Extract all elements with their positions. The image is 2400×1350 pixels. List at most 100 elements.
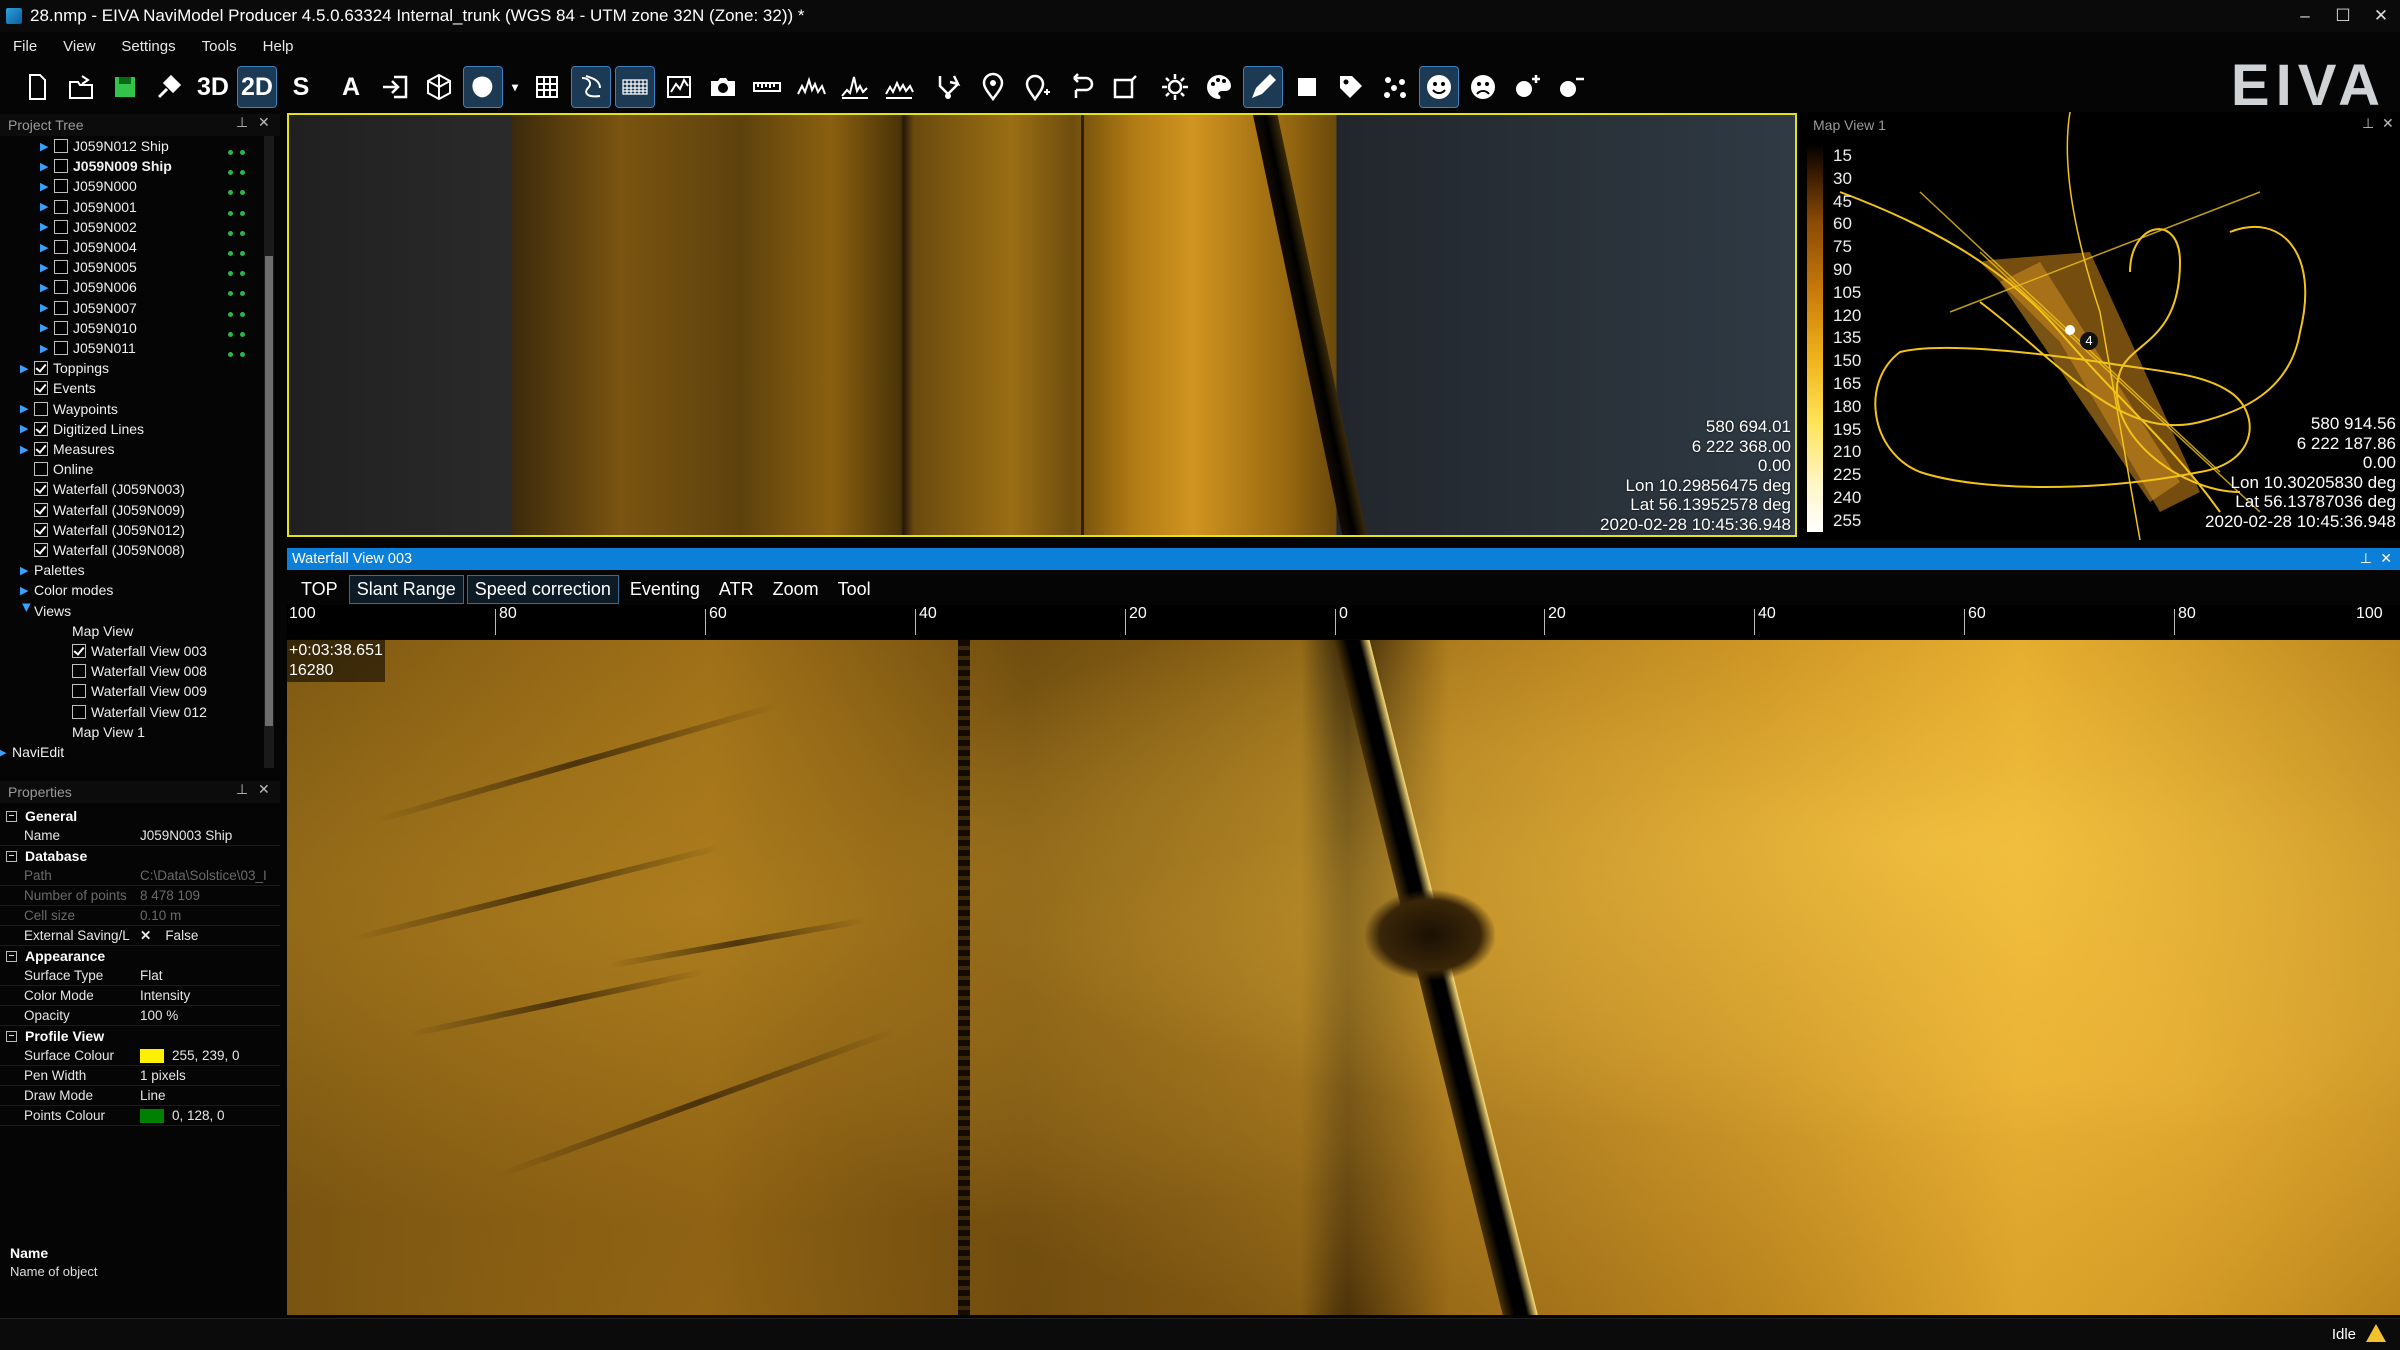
tree-item[interactable]: Waterfall (J059N009) xyxy=(20,500,185,520)
tree-item[interactable]: Events xyxy=(20,378,96,398)
palette-icon[interactable] xyxy=(1200,67,1238,107)
prop-draw-mode-row[interactable]: Draw Mode Line xyxy=(0,1086,280,1106)
open-file-icon[interactable] xyxy=(62,67,100,107)
tree-item[interactable]: ▶ J059N004 xyxy=(40,237,137,257)
waterfall-sonar-image[interactable]: +0:03:38.651 16280 xyxy=(287,640,2400,1315)
pin-icon[interactable]: ⊥ xyxy=(236,114,248,131)
section-general[interactable]: – General xyxy=(0,806,280,826)
expand-arrow-icon[interactable]: ▶ xyxy=(0,746,12,759)
new-file-icon[interactable] xyxy=(18,67,56,107)
tree-item[interactable]: ▶ J059N005 xyxy=(40,257,137,277)
frown-icon[interactable] xyxy=(1464,67,1502,107)
menu-help[interactable]: Help xyxy=(250,38,307,55)
tag-icon[interactable] xyxy=(1332,67,1370,107)
section-database[interactable]: – Database xyxy=(0,846,280,866)
expand-arrow-icon[interactable]: ▶ xyxy=(20,362,34,375)
close-button[interactable]: ✕ xyxy=(2362,0,2400,32)
prop-pen-width-row[interactable]: Pen Width 1 pixels xyxy=(0,1066,280,1086)
tree-item[interactable]: ▶ J059N002 xyxy=(40,217,137,237)
tree-item[interactable]: ▶ Measures xyxy=(20,439,114,459)
tab-tool[interactable]: Tool xyxy=(830,575,879,604)
profile-multi-icon[interactable] xyxy=(880,67,918,107)
gear-burst-icon[interactable] xyxy=(1156,67,1194,107)
prop-name-row[interactable]: Name J059N003 Ship xyxy=(0,826,280,846)
tree-checkbox[interactable] xyxy=(34,361,48,376)
tree-checkbox[interactable] xyxy=(54,199,68,214)
grid-icon[interactable] xyxy=(528,67,566,107)
expand-arrow-icon[interactable]: ▶ xyxy=(40,342,54,355)
section-profile-view[interactable]: – Profile View xyxy=(0,1026,280,1046)
tree-item[interactable]: ▶ J059N012 Ship xyxy=(40,136,169,156)
tree-checkbox[interactable] xyxy=(72,664,86,679)
tree-item[interactable]: Waterfall View 009 xyxy=(58,681,207,701)
profile-spike-icon[interactable] xyxy=(836,67,874,107)
section-appearance[interactable]: – Appearance xyxy=(0,946,280,966)
tab-atr[interactable]: ATR xyxy=(711,575,762,604)
tab-zoom[interactable]: Zoom xyxy=(765,575,827,604)
save-icon[interactable] xyxy=(106,67,144,107)
dropdown-chevron-icon[interactable]: ▾ xyxy=(508,67,522,107)
surface-colour-swatch[interactable] xyxy=(140,1049,164,1064)
tree-checkbox[interactable] xyxy=(54,159,68,174)
tree-checkbox[interactable] xyxy=(34,482,48,497)
ruler-icon[interactable] xyxy=(748,67,786,107)
expand-arrow-icon[interactable]: ▶ xyxy=(40,200,54,213)
tree-item[interactable]: Online xyxy=(20,459,93,479)
cube-icon[interactable] xyxy=(420,67,458,107)
profile-wave-icon[interactable] xyxy=(792,67,830,107)
tree-checkbox[interactable] xyxy=(54,139,68,153)
expand-arrow-icon[interactable]: ▶ xyxy=(40,220,54,233)
camera-icon[interactable] xyxy=(704,67,742,107)
pin-add-icon[interactable] xyxy=(1018,67,1056,107)
tree-checkbox[interactable] xyxy=(34,442,48,456)
expand-arrow-icon[interactable]: ▶ xyxy=(40,261,54,274)
expand-arrow-icon[interactable]: ▶ xyxy=(40,160,54,173)
tree-checkbox[interactable] xyxy=(34,401,48,416)
tree-item[interactable]: ▶ J059N001 xyxy=(40,197,137,217)
menu-view[interactable]: View xyxy=(50,38,108,55)
expand-arrow-down-icon[interactable]: ▶ xyxy=(21,604,34,618)
expand-arrow-icon[interactable]: ▶ xyxy=(20,564,34,577)
tree-item[interactable]: ▶ Views xyxy=(20,601,72,621)
view-2d-button[interactable]: 2D xyxy=(237,66,277,108)
tree-item[interactable]: Waterfall View 008 xyxy=(58,661,207,681)
panel-close-icon[interactable]: ✕ xyxy=(258,781,270,798)
points-colour-swatch[interactable] xyxy=(140,1109,164,1124)
tree-checkbox[interactable] xyxy=(54,219,68,234)
zoom-in-icon[interactable] xyxy=(1508,67,1546,107)
vessel-marker[interactable]: 4 xyxy=(2080,332,2098,350)
waypoint-pin-icon[interactable] xyxy=(974,67,1012,107)
tree-item[interactable]: ▶ J059N006 xyxy=(40,277,137,297)
import-icon[interactable] xyxy=(376,67,414,107)
tree-item[interactable]: ▶ NaviEdit xyxy=(0,742,64,762)
tree-item[interactable]: ▶ J059N000 xyxy=(40,176,137,196)
scatter-points-icon[interactable] xyxy=(1376,67,1414,107)
prop-color-mode-row[interactable]: Color Mode Intensity xyxy=(0,986,280,1006)
tree-checkbox[interactable] xyxy=(72,644,86,658)
tree-item[interactable]: Waterfall View 003 xyxy=(58,641,207,661)
plugin-icon[interactable] xyxy=(150,67,188,107)
tab-slant-range[interactable]: Slant Range xyxy=(348,574,464,604)
pin-icon[interactable]: ⊥ xyxy=(236,781,248,798)
map-view-1[interactable]: Map View 1 ⊥ ✕ 4 580 914.56 6 222 187.86… xyxy=(1800,112,2400,540)
contour-icon[interactable] xyxy=(571,66,611,108)
tree-item[interactable]: ▶ J059N007 xyxy=(40,298,137,318)
tab-top[interactable]: TOP xyxy=(293,575,346,604)
tree-checkbox[interactable] xyxy=(54,179,68,194)
tree-item[interactable]: ▶ Waypoints xyxy=(20,399,118,419)
tree-checkbox[interactable] xyxy=(72,704,86,719)
tree-checkbox[interactable] xyxy=(54,260,68,275)
expand-arrow-icon[interactable]: ▶ xyxy=(20,584,34,597)
expand-arrow-icon[interactable]: ▶ xyxy=(40,140,54,153)
tree-checkbox[interactable] xyxy=(54,280,68,295)
prop-surface-type-row[interactable]: Surface Type Flat xyxy=(0,966,280,986)
menu-file[interactable]: File xyxy=(0,38,50,55)
expand-arrow-icon[interactable]: ▶ xyxy=(20,402,34,415)
tab-eventing[interactable]: Eventing xyxy=(622,575,708,604)
menu-tools[interactable]: Tools xyxy=(189,38,250,55)
square-select-icon[interactable] xyxy=(1288,67,1326,107)
expand-arrow-icon[interactable]: ▶ xyxy=(40,180,54,193)
tree-item[interactable]: ▶ Toppings xyxy=(20,358,109,378)
tree-checkbox[interactable] xyxy=(54,300,68,315)
mesh-icon[interactable] xyxy=(615,66,655,108)
